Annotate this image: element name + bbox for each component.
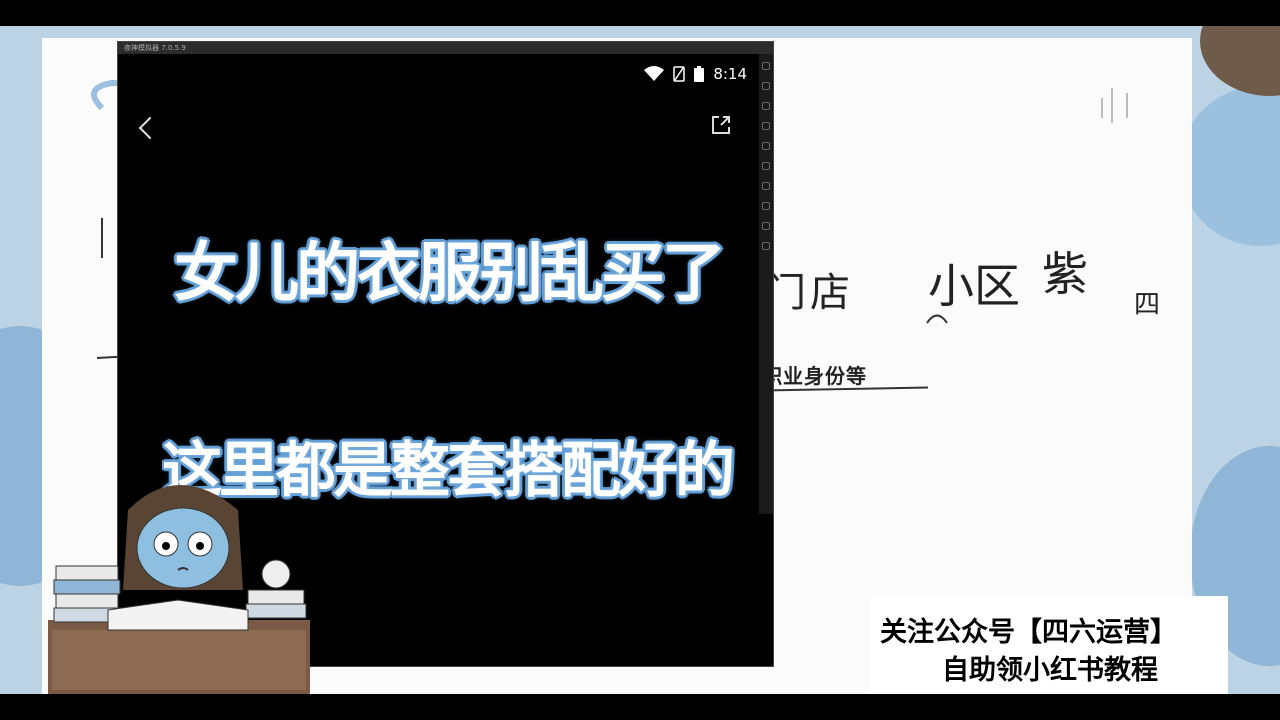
- emulator-toolbar: [759, 54, 773, 514]
- watermark-line2: 自助领小红书教程: [942, 655, 1158, 686]
- toolbar-button[interactable]: [762, 82, 770, 90]
- toolbar-button[interactable]: [762, 182, 770, 190]
- toolbar-button[interactable]: [762, 122, 770, 130]
- slide-background: 门店 小区 紫 四 职业身份等 夜神模拟器 7.0.5.9 8:14 女儿的衣服…: [0, 26, 1280, 694]
- back-icon[interactable]: [138, 116, 162, 140]
- emulator-titlebar: 夜神模拟器 7.0.5.9: [118, 42, 773, 54]
- handwriting-community: 小区: [928, 259, 1020, 313]
- toolbar-button[interactable]: [762, 242, 770, 250]
- toolbar-button[interactable]: [762, 222, 770, 230]
- toolbar-button[interactable]: [762, 62, 770, 70]
- toolbar-button[interactable]: [762, 162, 770, 170]
- handwriting-four: 四: [1134, 290, 1161, 320]
- watermark-line1: 关注公众号【四六运营】: [880, 617, 1177, 648]
- whiteboard-label: 职业身份等: [762, 364, 867, 388]
- decor-cloud-right: [1180, 86, 1280, 246]
- status-time: 8:14: [713, 65, 747, 83]
- no-sim-icon: [673, 66, 686, 82]
- video-caption-line1: 女儿的衣服别乱买了: [174, 237, 726, 311]
- status-bar: 8:14: [644, 64, 747, 84]
- battery-icon: [694, 66, 705, 82]
- toolbar-button[interactable]: [762, 102, 770, 110]
- emulator-title: 夜神模拟器 7.0.5.9: [124, 44, 186, 52]
- handwriting-store: 门店: [766, 270, 854, 316]
- toolbar-button[interactable]: [762, 142, 770, 150]
- watermark-box: 关注公众号【四六运营】 自助领小红书教程: [870, 596, 1228, 694]
- decor-corner-brown: [1200, 26, 1280, 96]
- share-icon[interactable]: [710, 114, 732, 136]
- studying-cartoon-image: [48, 485, 310, 694]
- handwriting-purple: 紫: [1042, 247, 1088, 301]
- wifi-icon: [644, 66, 665, 81]
- toolbar-button[interactable]: [762, 202, 770, 210]
